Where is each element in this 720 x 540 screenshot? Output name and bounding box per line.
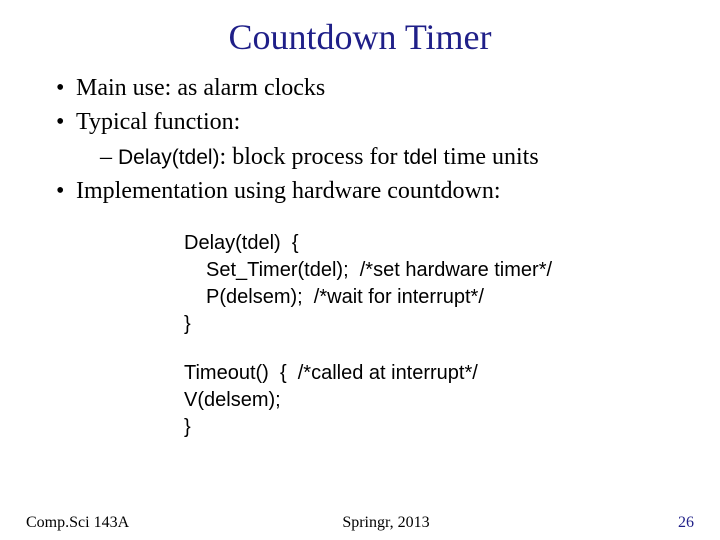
bullet-dot-icon: • [54,72,76,104]
footer-left: Comp.Sci 143A [26,514,129,532]
code-line: Delay(tdel) { [184,230,660,257]
text-segment: : block process for [220,144,404,170]
bullet-item: • Implementation using hardware countdow… [54,175,660,207]
slide-body: • Main use: as alarm clocks • Typical fu… [0,72,720,441]
code-line: V(delsem); [184,387,660,414]
code-line: Timeout() { /*called at interrupt*/ [184,360,660,387]
bullet-item: • Main use: as alarm clocks [54,72,660,104]
slide: Countdown Timer • Main use: as alarm clo… [0,0,720,540]
slide-title: Countdown Timer [0,0,720,58]
code-inline: Delay(tdel) [118,146,220,169]
code-line: Set_Timer(tdel); /*set hardware timer*/ [184,257,660,284]
sub-bullet-text: – Delay(tdel): block process for tdel ti… [100,141,539,173]
code-line: P(delsem); /*wait for interrupt*/ [184,284,660,311]
code-gap [184,338,660,360]
footer-page-number: 26 [678,514,694,532]
bullet-text: Typical function: [76,106,240,138]
sub-bullet-item: – Delay(tdel): block process for tdel ti… [54,141,660,173]
bullet-dot-icon: • [54,106,76,138]
code-line: } [184,414,660,441]
code-block: Delay(tdel) { Set_Timer(tdel); /*set har… [54,230,660,441]
bullet-item: • Typical function: [54,106,660,138]
dash-mark-icon: – [100,144,118,170]
footer-center: Springr, 2013 [26,514,720,532]
slide-footer: Comp.Sci 143A Springr, 2013 26 [0,514,720,532]
code-line: } [184,311,660,338]
text-segment: time units [437,144,538,170]
bullet-text: Main use: as alarm clocks [76,72,325,104]
code-inline: tdel [404,146,438,169]
bullet-text: Implementation using hardware countdown: [76,175,501,207]
bullet-dot-icon: • [54,175,76,207]
